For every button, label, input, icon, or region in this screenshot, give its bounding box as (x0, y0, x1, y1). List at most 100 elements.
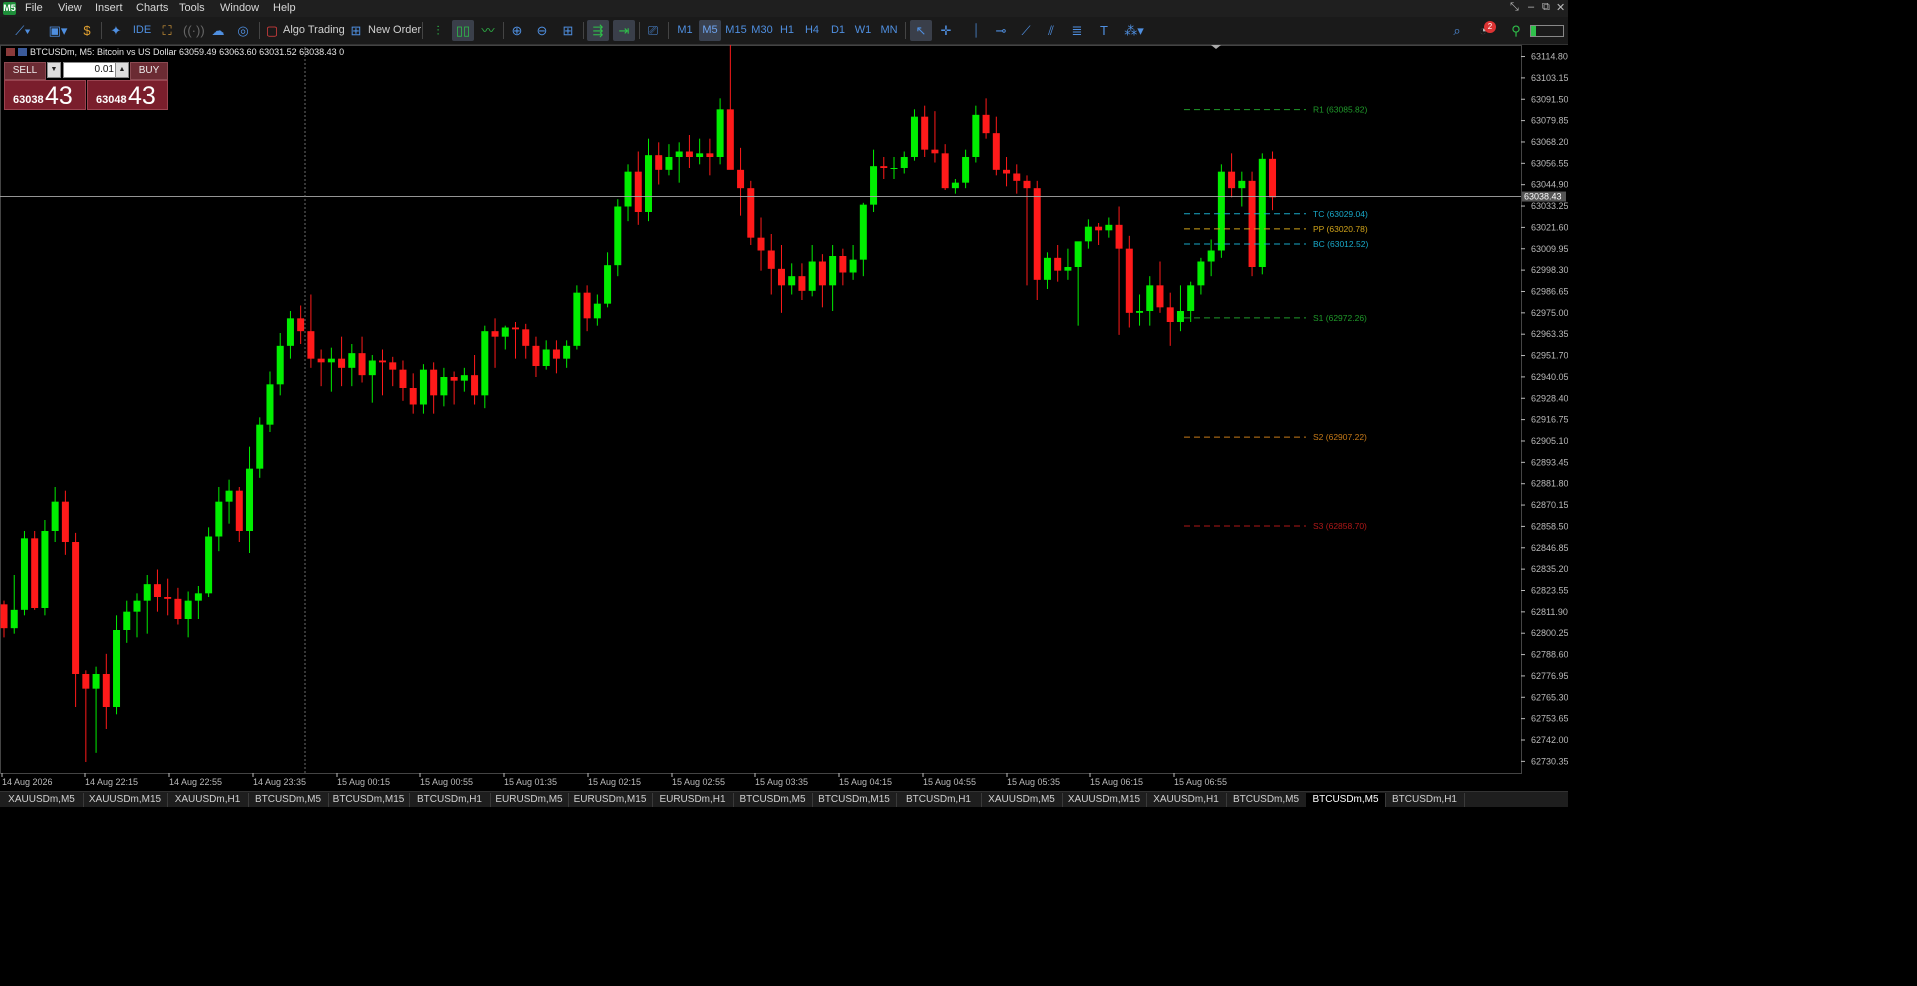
menu-window[interactable]: Window (220, 2, 259, 14)
chart-window[interactable]: 63114.80 63103.15 63091.50 63079.85 63068.20… (0, 45, 1568, 791)
chart-tab[interactable]: BTCUSDm,M15 (328, 793, 410, 807)
chart-tab[interactable]: XAUUSDm,H1 (167, 793, 249, 807)
chart-tab[interactable]: EURUSDm,H1 (652, 793, 734, 807)
text-tool-icon[interactable]: T (1094, 20, 1114, 41)
symbol-menu-icon[interactable] (6, 48, 15, 56)
restore-button[interactable]: ⧉ (1542, 1, 1550, 14)
bag-icon[interactable]: ⛶ (158, 20, 176, 41)
lot-decrease-button[interactable]: ▼ (47, 62, 61, 78)
tile-windows-icon[interactable]: ⊞ (558, 20, 578, 41)
menu-insert[interactable]: Insert (95, 2, 123, 14)
chart-tab[interactable]: XAUUSDm,M15 (1062, 793, 1147, 807)
chart-shift-marker[interactable] (1211, 45, 1221, 49)
trendline-icon[interactable]: ⟋ (1016, 20, 1036, 41)
zoom-in-icon[interactable]: ⊕ (508, 20, 526, 41)
timeframe-h4[interactable]: H4 (801, 20, 823, 41)
symbol-chart-icon[interactable] (18, 48, 27, 56)
timeframe-mn[interactable]: MN (878, 20, 900, 41)
search-icon[interactable]: ⌕ (1447, 20, 1467, 41)
lot-size-input[interactable]: 0.01 (63, 62, 119, 78)
signal-strength-icon[interactable]: ⚲ (1508, 20, 1524, 41)
chart-tab[interactable]: BTCUSDm,M15 (812, 793, 897, 807)
detach-icon[interactable]: ⤡ (1510, 1, 1519, 14)
screenshot-icon[interactable]: ⎚ (643, 20, 663, 41)
candle-body (379, 360, 387, 363)
x-axis-tick-label: 15 Aug 00:55 (420, 777, 473, 787)
new-order-icon[interactable]: ⊞ (349, 20, 363, 41)
shapes-icon[interactable]: ⁂▾ (1120, 20, 1148, 41)
menu-file[interactable]: File (25, 2, 43, 14)
sell-price-box[interactable]: 63038 43 (4, 80, 86, 110)
candle-body (818, 261, 826, 286)
buy-price-box[interactable]: 63048 43 (87, 80, 168, 110)
chart-tab[interactable]: XAUUSDm,M15 (83, 793, 168, 807)
timeframe-w1[interactable]: W1 (852, 20, 874, 41)
candle-body (143, 584, 151, 601)
chart-tab[interactable]: XAUUSDm,M5 (0, 793, 84, 807)
autoscroll-icon[interactable]: ⇶ (587, 20, 609, 41)
timeframe-m1[interactable]: M1 (674, 20, 696, 41)
candle-body (286, 318, 294, 346)
timeframe-h1[interactable]: H1 (776, 20, 798, 41)
timeframe-m30[interactable]: M30 (750, 20, 774, 41)
candle-body (153, 584, 161, 597)
minimize-button[interactable]: – (1528, 1, 1534, 13)
menu-view[interactable]: View (58, 2, 82, 14)
notification-badge: 2 (1484, 21, 1496, 33)
timeframe-d1[interactable]: D1 (827, 20, 849, 41)
buy-button[interactable]: BUY (130, 62, 168, 80)
radio-icon[interactable]: ((·)) (183, 20, 205, 41)
market-icon[interactable]: $ (78, 20, 96, 41)
chart-tab[interactable]: BTCUSDm,H1 (409, 793, 491, 807)
vps-globe-icon[interactable]: ◎ (233, 20, 253, 41)
chart-shift-icon[interactable]: ⇥ (613, 20, 635, 41)
close-button[interactable]: ✕ (1556, 1, 1565, 14)
candle-body (174, 598, 182, 619)
candlestick-chart-icon[interactable]: ▯▯ (452, 20, 474, 41)
chart-type-icon[interactable]: ⟋▾ (8, 20, 38, 41)
line-chart-icon[interactable]: 〰 (478, 20, 498, 41)
algo-trading-button[interactable]: Algo Trading (283, 20, 345, 41)
new-order-button[interactable]: New Order (368, 20, 421, 41)
candle-body (31, 538, 39, 608)
menu-help[interactable]: Help (273, 2, 296, 14)
timeframe-m15[interactable]: M15 (724, 20, 748, 41)
chart-tab[interactable]: EURUSDm,M5 (490, 793, 569, 807)
chart-tab[interactable]: BTCUSDm,M5 (1226, 793, 1307, 807)
vertical-line-icon[interactable]: ⏐ (966, 20, 986, 41)
candle-body (870, 166, 878, 205)
cursor-icon[interactable]: ↖ (910, 20, 932, 41)
fibonacci-icon[interactable]: ≣ (1067, 20, 1087, 41)
pivot-label-tc: TC (63029.04) (1313, 209, 1368, 219)
price-chart[interactable]: 63114.80 63103.15 63091.50 63079.85 63068.20… (0, 45, 1568, 791)
chart-tab[interactable]: BTCUSDm,M5 (248, 793, 329, 807)
chart-tab[interactable]: BTCUSDm,M5 (1306, 793, 1386, 807)
y-axis-tick-label: 62800.25 (1531, 628, 1568, 638)
y-axis-tick-label: 62765.30 (1531, 692, 1568, 702)
chart-tab[interactable]: BTCUSDm,H1 (896, 793, 982, 807)
signals-icon[interactable]: ✦ (107, 20, 125, 41)
profiles-icon[interactable]: ▣▾ (43, 20, 73, 41)
menu-charts[interactable]: Charts (136, 2, 168, 14)
chart-tab[interactable]: BTCUSDm,M5 (733, 793, 813, 807)
ide-button[interactable]: IDE (130, 20, 154, 41)
cloud-icon[interactable]: ☁ (208, 20, 228, 41)
algo-trading-icon[interactable]: ▢ (265, 20, 279, 41)
zoom-out-icon[interactable]: ⊖ (533, 20, 551, 41)
timeframe-m5[interactable]: M5 (699, 20, 721, 41)
channel-icon[interactable]: ⫽ (1041, 20, 1061, 41)
candle-body (20, 538, 28, 610)
chart-tab[interactable]: EURUSDm,M15 (568, 793, 653, 807)
chart-tab[interactable]: XAUUSDm,M5 (981, 793, 1063, 807)
candle-body (951, 182, 959, 189)
crosshair-icon[interactable]: ✛ (936, 20, 956, 41)
sell-button[interactable]: SELL (4, 62, 46, 80)
horizontal-line-icon[interactable]: ⊸ (991, 20, 1011, 41)
candle-body (440, 377, 448, 396)
lot-increase-button[interactable]: ▲ (115, 62, 129, 78)
menu-tools[interactable]: Tools (179, 2, 205, 14)
chart-tab[interactable]: XAUUSDm,H1 (1146, 793, 1227, 807)
bar-chart-icon[interactable]: ⫶ (428, 20, 448, 41)
chart-tab[interactable]: BTCUSDm,H1 (1385, 793, 1465, 807)
y-axis-tick-label: 62835.20 (1531, 564, 1568, 574)
